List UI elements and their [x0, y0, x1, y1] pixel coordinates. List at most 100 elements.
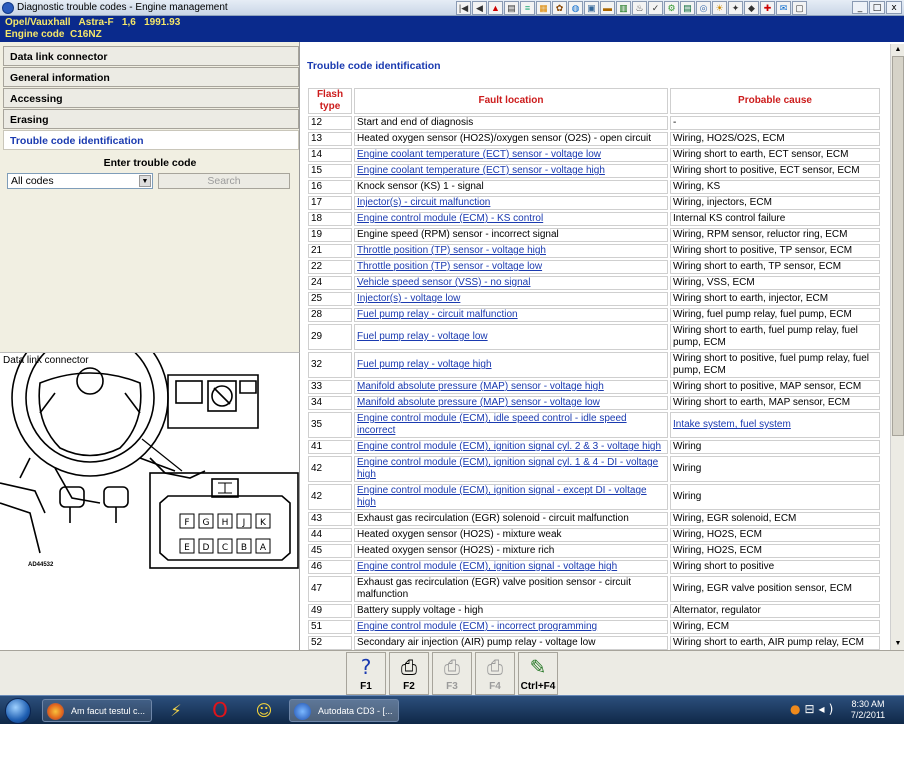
nav-first-icon[interactable]: |◀ — [456, 1, 471, 15]
scrollbar-thumb[interactable] — [892, 56, 904, 436]
tool-icon[interactable]: ♨ — [632, 1, 647, 15]
network-icon[interactable]: ⊟ — [804, 702, 818, 716]
print-preview-button[interactable]: ⎙ F4 — [475, 652, 515, 695]
fault-location[interactable]: Engine coolant temperature (ECT) sensor … — [357, 149, 601, 160]
tool-icon[interactable]: ▤ — [680, 1, 695, 15]
tool-icon[interactable]: ✓ — [648, 1, 663, 15]
pin-e: E — [184, 543, 190, 553]
chevron-down-icon[interactable]: ▼ — [139, 175, 151, 187]
nav-general-information[interactable]: General information — [3, 67, 299, 87]
tool-icon[interactable]: ◍ — [568, 1, 583, 15]
tool-icon[interactable]: ◆ — [744, 1, 759, 15]
table-row: 47 Exhaust gas recirculation (EGR) valve … — [308, 576, 880, 602]
probable-cause[interactable]: Intake system, fuel system — [673, 419, 791, 430]
fault-location[interactable]: Engine control module (ECM), ignition si… — [357, 441, 661, 452]
avast-icon[interactable]: ● — [790, 702, 804, 716]
tool-icon[interactable]: ✿ — [552, 1, 567, 15]
tool-icon[interactable]: ⚙ — [664, 1, 679, 15]
fault-location[interactable]: Injector(s) - circuit malfunction — [357, 197, 490, 208]
code-filter-select[interactable]: All codes ▼ — [7, 173, 153, 189]
print-button[interactable]: ⎙ F2 — [389, 652, 429, 695]
taskbar-item-label: Am facut testul c... — [71, 706, 146, 716]
tool-icon[interactable]: ▥ — [616, 1, 631, 15]
tool-icon[interactable]: ✉ — [776, 1, 791, 15]
fault-location-cell: Engine control module (ECM), ignition si… — [354, 560, 668, 574]
table-row: 34 Manifold absolute pressure (MAP) senso… — [308, 396, 880, 410]
nav-prev-icon[interactable]: ◀ — [472, 1, 487, 15]
yahoo-messenger-icon[interactable]: ☺ — [252, 699, 276, 722]
tool-icon[interactable]: ≡ — [520, 1, 535, 15]
fault-location[interactable]: Engine control module (ECM), ignition si… — [357, 485, 647, 508]
fault-location[interactable]: Throttle position (TP) sensor - voltage … — [357, 245, 546, 256]
tool-icon[interactable]: ▢ — [792, 1, 807, 15]
table-row: 41 Engine control module (ECM), ignition … — [308, 440, 880, 454]
fault-location[interactable]: Fuel pump relay - voltage low — [357, 331, 488, 342]
fault-location: Heated oxygen sensor (HO2S) - mixture ri… — [357, 545, 555, 556]
fault-location[interactable]: Throttle position (TP) sensor - voltage … — [357, 261, 542, 272]
table-row: 18 Engine control module (ECM) - KS contr… — [308, 212, 880, 226]
fault-location[interactable]: Engine control module (ECM), idle speed … — [357, 413, 627, 436]
nav-erasing[interactable]: Erasing — [3, 109, 299, 129]
table-row: 17 Injector(s) - circuit malfunction Wirin… — [308, 196, 880, 210]
table-row: 32 Fuel pump relay - voltage high Wiring s… — [308, 352, 880, 378]
system-clock[interactable]: 8:30 AM 7/2/2011 — [846, 699, 890, 721]
tool-icon[interactable]: ☀ — [712, 1, 727, 15]
search-button[interactable]: Search — [158, 173, 290, 189]
table-row: 12 Start and end of diagnosis - — [308, 116, 880, 130]
tool-icon[interactable]: ▬ — [600, 1, 615, 15]
fault-location[interactable]: Vehicle speed sensor (VSS) - no signal — [357, 277, 530, 288]
maximize-button[interactable]: □ — [869, 1, 885, 14]
minimize-button[interactable]: _ — [852, 1, 868, 14]
fault-location[interactable]: Manifold absolute pressure (MAP) sensor … — [357, 397, 600, 408]
opera-icon[interactable]: O — [208, 699, 232, 722]
app-window: Diagnostic trouble codes - Engine manage… — [0, 0, 904, 768]
close-button[interactable]: x — [886, 1, 902, 14]
fault-location-cell: Heated oxygen sensor (HO2S)/oxygen senso… — [354, 132, 668, 146]
nav-trouble-code-identification[interactable]: Trouble code identification — [3, 130, 299, 150]
taskbar-item-firefox[interactable]: Am facut testul c... — [42, 699, 152, 722]
tool-icon[interactable]: ▣ — [584, 1, 599, 15]
probable-cause-cell: Wiring short to positive — [670, 560, 880, 574]
notes-icon: ✎ — [529, 655, 547, 679]
taskbar-item-autodata[interactable]: Autodata CD3 - [... — [289, 699, 399, 722]
document-icon[interactable]: ▤ — [504, 1, 519, 15]
nav-data-link-connector[interactable]: Data link connector — [3, 46, 299, 66]
fault-location[interactable]: Engine control module (ECM), ignition si… — [357, 457, 658, 480]
vertical-scrollbar[interactable]: ▲ ▼ — [890, 44, 904, 650]
table-row: 35 Engine control module (ECM), idle spee… — [308, 412, 880, 438]
fault-location[interactable]: Engine control module (ECM) - KS control — [357, 213, 543, 224]
fault-location[interactable]: Engine coolant temperature (ECT) sensor … — [357, 165, 605, 176]
window-title: Diagnostic trouble codes - Engine manage… — [17, 2, 228, 13]
nav-accessing[interactable]: Accessing — [3, 88, 299, 108]
warning-icon[interactable]: ▲ — [488, 1, 503, 15]
probable-cause: Wiring short to earth, AIR pump relay, E… — [673, 637, 864, 648]
tool-icon[interactable]: ▦ — [536, 1, 551, 15]
scroll-down-icon[interactable]: ▼ — [892, 639, 904, 649]
probable-cause: Wiring, injectors, ECM — [673, 197, 772, 208]
tool-icon[interactable]: ✦ — [728, 1, 743, 15]
notes-button[interactable]: ✎ Ctrl+F4 — [518, 652, 558, 695]
flash-code: 34 — [311, 397, 323, 408]
print-preview-button[interactable]: ⎙ F3 — [432, 652, 472, 695]
table-row: 22 Throttle position (TP) sensor - voltag… — [308, 260, 880, 274]
probable-cause: Wiring, EGR solenoid, ECM — [673, 513, 797, 524]
volume-icon[interactable]: ◂) — [819, 702, 838, 716]
tool-icon[interactable]: ✚ — [760, 1, 775, 15]
probable-cause-cell: Wiring short to earth, AIR pump relay, E… — [670, 636, 880, 650]
help-button[interactable]: ? F1 — [346, 652, 386, 695]
fault-location[interactable]: Engine control module (ECM) - incorrect … — [357, 621, 597, 632]
probable-cause-cell: Wiring — [670, 456, 880, 482]
fault-location[interactable]: Engine control module (ECM), ignition si… — [357, 561, 617, 572]
empty-area — [0, 724, 904, 768]
probable-cause: Wiring, EGR valve position sensor, ECM — [673, 583, 852, 594]
start-button[interactable] — [5, 698, 31, 724]
fault-location[interactable]: Injector(s) - voltage low — [357, 293, 460, 304]
fault-location[interactable]: Fuel pump relay - circuit malfunction — [357, 309, 518, 320]
tool-icon[interactable]: ◎ — [696, 1, 711, 15]
winamp-icon[interactable]: ⚡ — [164, 699, 188, 722]
fault-location[interactable]: Manifold absolute pressure (MAP) sensor … — [357, 381, 604, 392]
flash-code-cell: 25 — [308, 292, 352, 306]
scroll-up-icon[interactable]: ▲ — [892, 45, 904, 55]
fault-location[interactable]: Fuel pump relay - voltage high — [357, 359, 492, 370]
fault-location: Battery supply voltage - high — [357, 605, 484, 616]
